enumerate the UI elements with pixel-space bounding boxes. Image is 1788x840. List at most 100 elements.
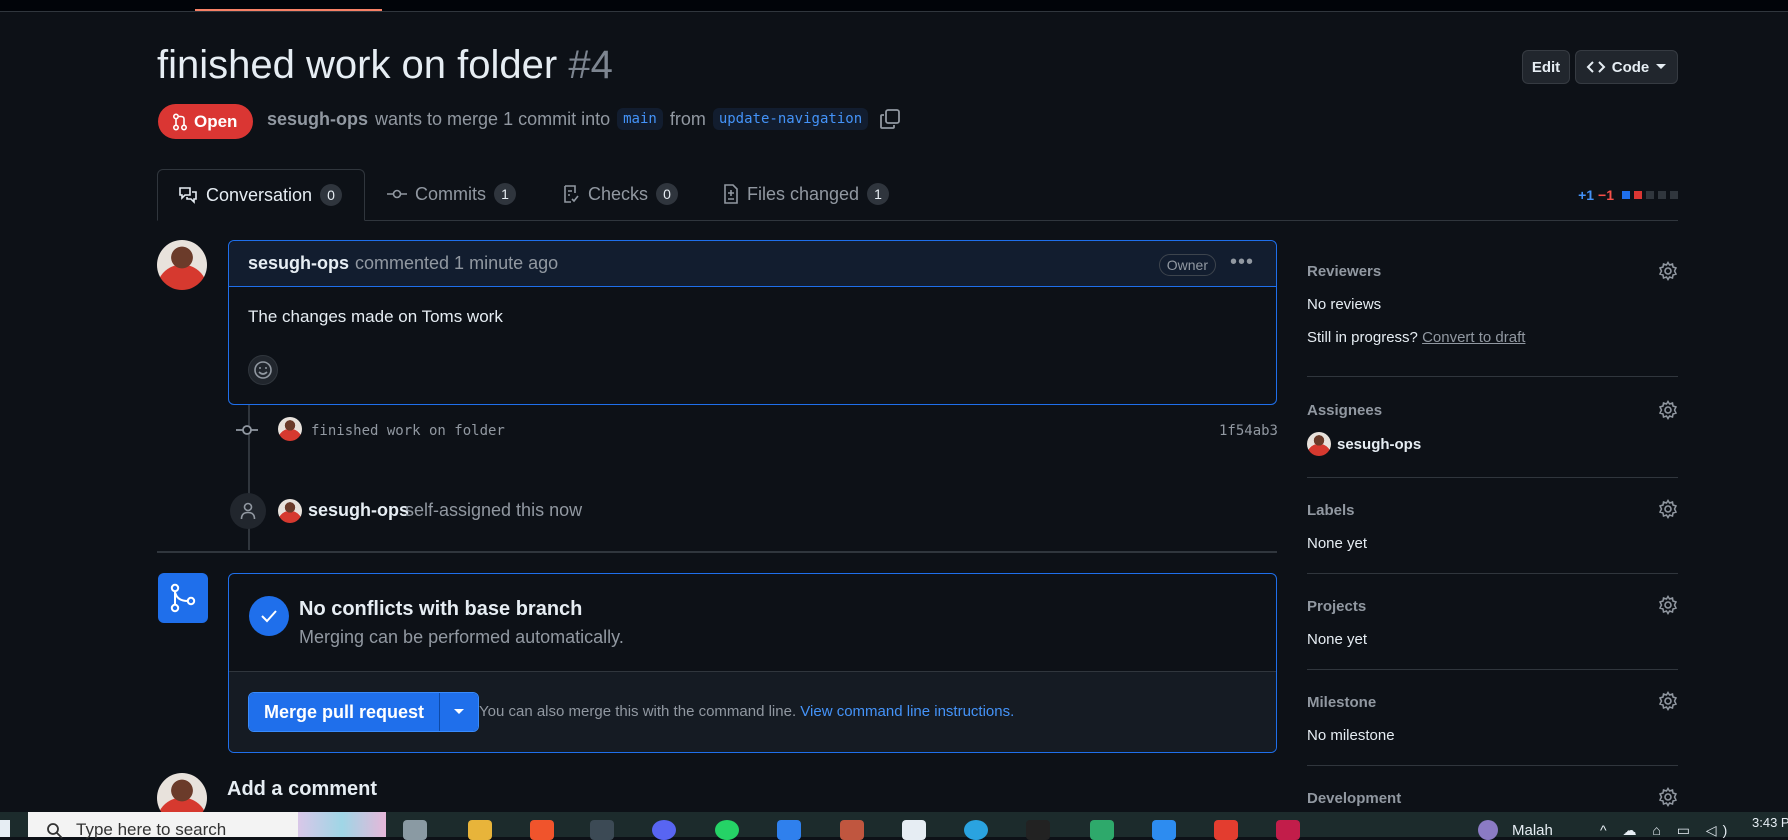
gear-icon[interactable]	[1658, 400, 1678, 420]
sidebar-reviewers: Reviewers No reviews Still in progress? …	[1307, 248, 1678, 377]
labels-value: None yet	[1307, 535, 1368, 552]
comment-author-avatar[interactable]	[157, 240, 207, 290]
diffstat-block	[1622, 191, 1630, 199]
merge-method-dropdown[interactable]	[440, 693, 479, 731]
projects-value: None yet	[1307, 631, 1368, 648]
pr-state-label: Open	[194, 111, 238, 131]
assignee-name[interactable]: sesugh-ops	[1337, 436, 1421, 453]
merge-text: wants to merge 1 commit into	[375, 108, 611, 129]
system-tray-icons[interactable]: ^ ☁ ⌂ ▭ ◁)	[1600, 822, 1733, 839]
head-branch[interactable]: update-navigation	[712, 108, 869, 130]
taskbar-clock[interactable]: 3:43 P	[1752, 815, 1788, 830]
add-comment-heading: Add a comment	[227, 778, 378, 800]
tab-checks-count: 0	[656, 183, 679, 205]
sidebar-assignees: Assignees sesugh-ops	[1307, 377, 1678, 478]
repo-nav-bar	[0, 0, 1788, 12]
reviewers-value: No reviews	[1307, 296, 1382, 313]
labels-heading[interactable]: Labels	[1307, 502, 1355, 519]
commit-icon	[236, 425, 258, 435]
code-button[interactable]: Code	[1575, 50, 1678, 84]
merge-status-subtitle: Merging can be performed automatically.	[299, 627, 624, 647]
assignees-heading[interactable]: Assignees	[1307, 402, 1382, 419]
command-line-instructions-link[interactable]: View command line instructions.	[800, 703, 1014, 720]
tab-checks[interactable]: Checks 0	[542, 169, 698, 219]
diffstat-block	[1670, 191, 1678, 199]
timeline-assign-event: sesugh-ops self-assigned this now	[230, 493, 1275, 529]
convert-to-draft-link[interactable]: Convert to draft	[1422, 329, 1525, 346]
merge-status-icon	[158, 573, 208, 623]
tab-files-count: 1	[867, 183, 890, 205]
search-icon	[47, 823, 63, 839]
brave-browser-icon[interactable]	[530, 820, 554, 840]
app-icon[interactable]	[1276, 820, 1300, 840]
merge-hint: You can also merge this with the command…	[479, 703, 1014, 720]
chevron-down-icon	[1656, 64, 1667, 69]
edit-button[interactable]: Edit	[1522, 50, 1570, 84]
command-prompt-icon[interactable]	[1026, 820, 1050, 840]
app-icon[interactable]	[1214, 820, 1238, 840]
telegram-icon[interactable]	[964, 820, 988, 840]
merge-box: No conflicts with base branch Merging ca…	[228, 573, 1277, 753]
owner-badge: Owner	[1158, 254, 1216, 276]
assign-user[interactable]: sesugh-ops	[308, 500, 409, 521]
sidebar-labels: Labels None yet	[1307, 478, 1678, 574]
slack-icon[interactable]	[902, 820, 926, 840]
diffstat-additions: +1	[1578, 187, 1595, 203]
start-button[interactable]	[0, 820, 10, 837]
commit-author-avatar[interactable]	[278, 417, 302, 441]
merge-actions: Merge pull request You can also merge th…	[229, 672, 1276, 752]
merge-pull-request-button[interactable]: Merge pull request	[249, 693, 441, 731]
assignee-avatar[interactable]	[1307, 432, 1331, 456]
base-branch[interactable]: main	[617, 108, 663, 130]
pr-tabs: Conversation 0 Commits 1 Checks 0 Files …	[157, 169, 1678, 221]
diffstat-deletions: −1	[1598, 187, 1614, 203]
copy-icon[interactable]	[879, 108, 901, 130]
smiley-icon	[254, 361, 272, 379]
comment-author[interactable]: sesugh-ops	[248, 253, 349, 274]
search-highlight-image	[298, 812, 386, 837]
gear-icon[interactable]	[1658, 261, 1678, 281]
file-diff-icon	[724, 184, 738, 204]
more-options-icon[interactable]: •••	[1230, 251, 1254, 274]
discord-icon[interactable]	[652, 820, 676, 840]
diffstat-block	[1658, 191, 1666, 199]
timeline-commit: finished work on folder 1f54ab3	[233, 417, 1278, 443]
gear-icon[interactable]	[1658, 595, 1678, 615]
person-icon	[240, 502, 256, 520]
pr-title: finished work on folder	[157, 43, 558, 87]
app-icon[interactable]	[1090, 820, 1114, 840]
commit-sha[interactable]: 1f54ab3	[1219, 423, 1278, 439]
development-heading[interactable]: Development	[1307, 790, 1401, 807]
sidebar-projects: Projects None yet	[1307, 574, 1678, 670]
projects-heading[interactable]: Projects	[1307, 598, 1366, 615]
code-icon	[1586, 61, 1606, 73]
author-link[interactable]: sesugh-ops	[267, 109, 368, 130]
task-view-icon[interactable]	[403, 820, 427, 840]
merge-hint-text: You can also merge this with the command…	[479, 703, 797, 720]
app-icon[interactable]	[1152, 820, 1176, 840]
milestone-heading[interactable]: Milestone	[1307, 694, 1376, 711]
commit-message[interactable]: finished work on folder	[311, 423, 505, 439]
vscode-icon[interactable]	[777, 820, 801, 840]
assign-user-avatar[interactable]	[278, 499, 302, 523]
comment-box: sesugh-ops commented 1 minute ago Owner …	[228, 240, 1277, 405]
merge-status-title: No conflicts with base branch	[299, 598, 583, 620]
terminal-icon[interactable]	[590, 820, 614, 840]
tab-conversation[interactable]: Conversation 0	[157, 169, 365, 221]
whatsapp-icon[interactable]	[715, 820, 739, 840]
weather-icon[interactable]	[1478, 820, 1498, 840]
tab-conversation-label: Conversation	[206, 184, 313, 205]
diffstat-block	[1634, 191, 1642, 199]
add-reaction-button[interactable]	[248, 355, 278, 385]
gear-icon[interactable]	[1658, 787, 1678, 807]
taskbar-search[interactable]: Type here to search	[28, 812, 386, 839]
file-explorer-icon[interactable]	[468, 820, 492, 840]
reviewers-heading[interactable]: Reviewers	[1307, 263, 1381, 280]
draft-text: Still in progress?	[1307, 329, 1418, 346]
tab-files-changed[interactable]: Files changed 1	[703, 169, 909, 219]
gear-icon[interactable]	[1658, 691, 1678, 711]
gear-icon[interactable]	[1658, 499, 1678, 519]
tab-commits[interactable]: Commits 1	[367, 169, 536, 219]
git-app-icon[interactable]	[840, 820, 864, 840]
tab-commits-count: 1	[494, 183, 516, 205]
